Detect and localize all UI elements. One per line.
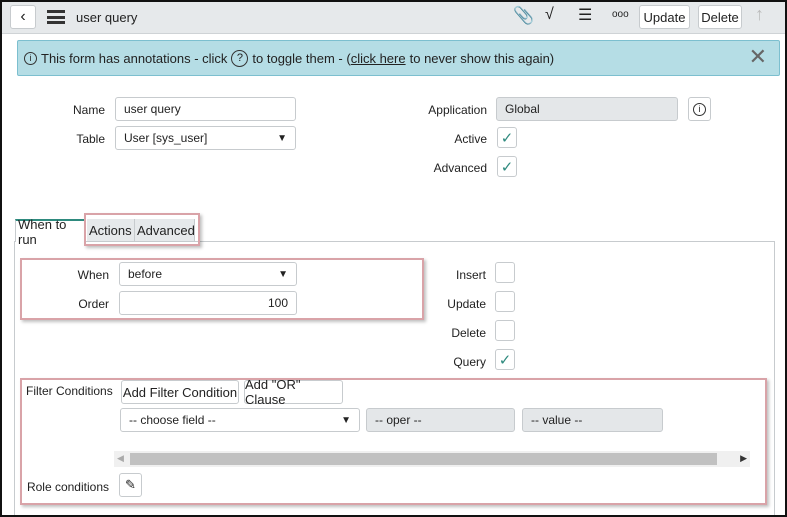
close-icon[interactable]: ✕ xyxy=(749,44,767,70)
order-label: Order xyxy=(78,297,109,311)
more-options-icon[interactable]: ooo xyxy=(612,9,629,20)
form-title: user query xyxy=(76,10,138,25)
advanced-label: Advanced xyxy=(433,161,487,175)
delete-button[interactable]: Delete xyxy=(698,5,742,29)
attachment-icon[interactable]: 📎 xyxy=(513,6,534,26)
add-filter-condition-button[interactable]: Add Filter Condition xyxy=(121,380,239,404)
pencil-icon: ✎ xyxy=(125,477,136,492)
never-show-link[interactable]: click here xyxy=(351,51,406,66)
filter-conditions-label: Filter Conditions xyxy=(26,384,113,398)
update-checkbox[interactable] xyxy=(495,291,515,312)
info-icon: i xyxy=(24,51,37,65)
when-value: before xyxy=(128,267,163,281)
chevron-down-icon: ▼ xyxy=(277,132,287,144)
add-or-clause-button[interactable]: Add "OR" Clause xyxy=(244,377,343,407)
horizontal-scrollbar[interactable]: ◀ ▶ xyxy=(114,451,750,467)
scroll-left-icon[interactable]: ◀ xyxy=(117,453,124,464)
application-input: Global xyxy=(496,97,678,121)
choose-field-select[interactable]: -- choose field -- ▼ xyxy=(120,408,360,432)
delete-checkbox[interactable] xyxy=(495,320,515,341)
chevron-down-icon: ▼ xyxy=(341,414,351,426)
banner-text-mid: to toggle them - ( xyxy=(252,50,351,66)
application-label: Application xyxy=(428,103,487,117)
banner-text-after: to never show this again) xyxy=(409,50,555,66)
settings-sliders-icon[interactable]: ☰ xyxy=(578,5,592,25)
query-label: Query xyxy=(453,355,486,369)
role-conditions-label: Role conditions xyxy=(26,480,109,494)
when-label: When xyxy=(77,268,109,282)
table-value: User [sys_user] xyxy=(124,131,208,145)
choose-field-value: -- choose field -- xyxy=(129,413,216,427)
value-input: -- value -- xyxy=(522,408,663,432)
banner-text: This form has annotations - click xyxy=(41,50,228,66)
name-input[interactable]: user query xyxy=(115,97,296,121)
advanced-checkbox[interactable]: ✓ xyxy=(497,156,517,177)
info-icon: i xyxy=(693,102,706,116)
active-checkbox[interactable]: ✓ xyxy=(497,127,517,148)
annotation-banner: i This form has annotations - click ? to… xyxy=(17,40,780,76)
menu-icon[interactable] xyxy=(47,10,65,24)
scroll-up-icon[interactable]: ↑ xyxy=(755,4,764,25)
application-info-button[interactable]: i xyxy=(688,97,711,121)
chevron-down-icon: ▼ xyxy=(278,268,288,280)
form-header: ‹ user query 📎 √ ☰ ooo Update Delete ↑ xyxy=(0,0,787,34)
table-label: Table xyxy=(76,132,105,146)
active-label: Active xyxy=(454,132,487,146)
tab-when-to-run[interactable]: When to run xyxy=(15,217,86,247)
update-button[interactable]: Update xyxy=(639,5,690,29)
tab-actions[interactable]: Actions xyxy=(87,219,135,241)
activity-icon[interactable]: √ xyxy=(545,6,554,24)
help-icon[interactable]: ? xyxy=(231,49,249,67)
query-checkbox[interactable]: ✓ xyxy=(495,349,515,370)
insert-label: Insert xyxy=(455,268,486,282)
insert-checkbox[interactable] xyxy=(495,262,515,283)
order-input[interactable]: 100 xyxy=(119,291,297,315)
edit-role-conditions-button[interactable]: ✎ xyxy=(119,473,142,497)
back-button[interactable]: ‹ xyxy=(10,5,36,29)
scroll-right-icon[interactable]: ▶ xyxy=(740,453,747,464)
scrollbar-thumb[interactable] xyxy=(130,453,717,465)
table-select[interactable]: User [sys_user] ▼ xyxy=(115,126,296,150)
name-label: Name xyxy=(72,103,105,117)
delete-label: Delete xyxy=(451,326,486,340)
operator-input: -- oper -- xyxy=(366,408,515,432)
update-label: Update xyxy=(447,297,486,311)
tab-advanced[interactable]: Advanced xyxy=(135,219,195,241)
when-select[interactable]: before ▼ xyxy=(119,262,297,286)
